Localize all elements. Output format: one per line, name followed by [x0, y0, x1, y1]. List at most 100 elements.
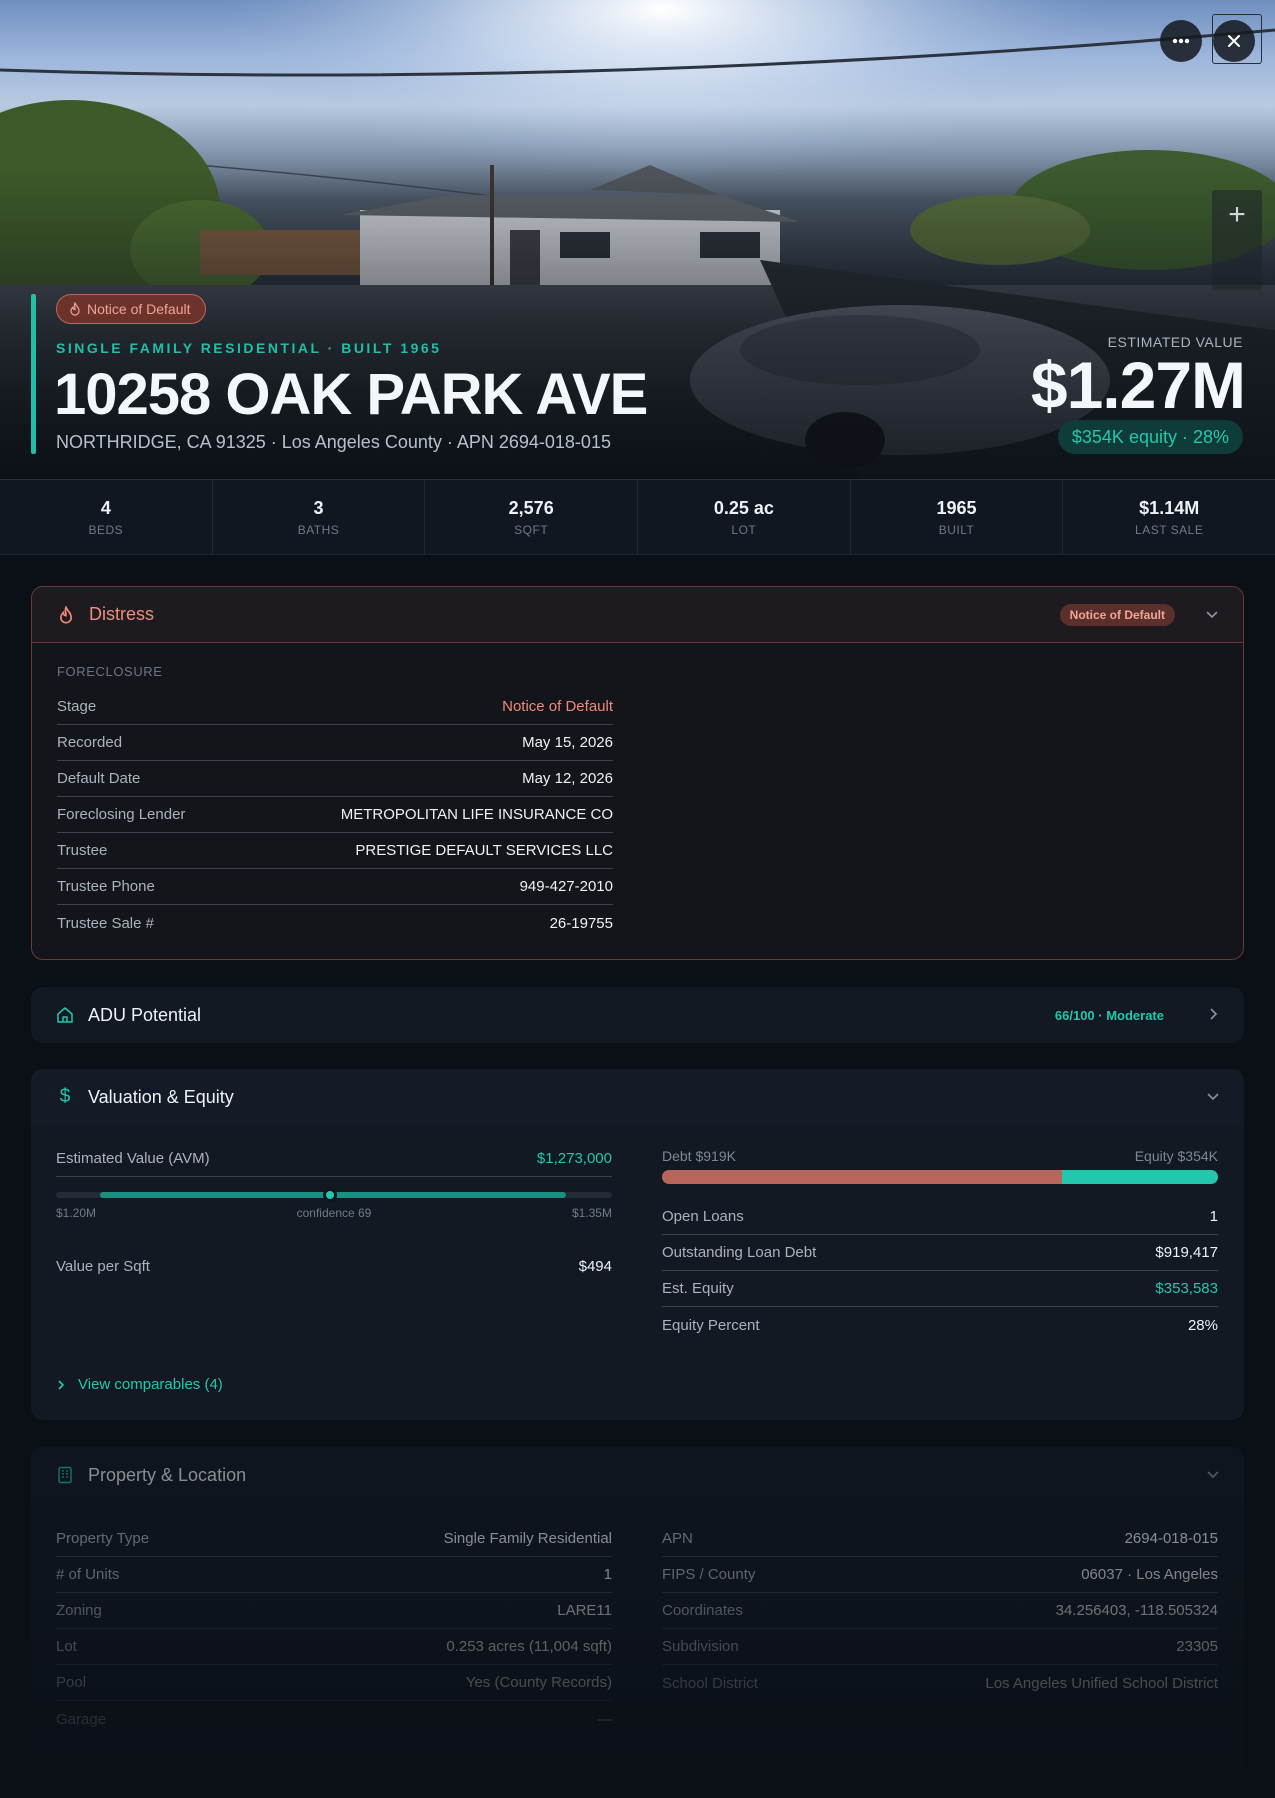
- row-key: APN: [662, 1530, 693, 1547]
- valuation-card-header[interactable]: $ Valuation & Equity: [31, 1069, 1244, 1125]
- more-horizontal-icon: [1172, 38, 1190, 44]
- zoom-controls[interactable]: +: [1212, 190, 1262, 290]
- detail-row-units: # of Units 1: [56, 1557, 612, 1593]
- distress-card-header[interactable]: Distress Notice of Default: [32, 587, 1243, 643]
- row-key: School District: [662, 1674, 758, 1692]
- hero-photo: + Notice of Default SINGLE FAMILY RESIDE…: [0, 0, 1275, 479]
- detail-row-trustee: Trustee PRESTIGE DEFAULT SERVICES LLC: [57, 833, 613, 869]
- close-button[interactable]: [1213, 20, 1255, 62]
- loan-details: Open Loans 1 Outstanding Loan Debt $919,41…: [662, 1199, 1218, 1343]
- avm-value: $1,273,000: [536, 1150, 612, 1167]
- distress-badge-label: Notice of Default: [87, 301, 191, 317]
- avm-confidence: confidence 69: [296, 1206, 372, 1220]
- row-value: Yes (County Records): [465, 1674, 612, 1691]
- chevron-down-icon[interactable]: [1206, 1467, 1220, 1481]
- stat-baths: 3 BATHS: [213, 480, 426, 554]
- hero-accent-bar: [31, 294, 36, 454]
- row-key: Trustee Phone: [57, 878, 155, 895]
- row-value: —: [597, 1710, 612, 1728]
- flame-icon: [70, 302, 80, 316]
- row-value: LARE11: [557, 1602, 612, 1619]
- detail-row-lot: Lot 0.253 acres (11,004 sqft): [56, 1629, 612, 1665]
- building-icon: [56, 1466, 74, 1484]
- row-key: Est. Equity: [662, 1280, 734, 1297]
- detail-row-equity-percent: Equity Percent 28%: [662, 1307, 1218, 1343]
- row-key: Garage: [56, 1710, 107, 1728]
- valuation-equity-card: $ Valuation & Equity Estimated Value (AV…: [31, 1069, 1244, 1420]
- adu-potential-card[interactable]: ADU Potential 66/100 · Moderate: [31, 987, 1244, 1043]
- detail-row-pool: Pool Yes (County Records): [56, 1665, 612, 1701]
- stat-last-sale: $1.14M LAST SALE: [1063, 480, 1275, 554]
- stat-value: 3: [313, 498, 324, 518]
- value-per-sqft-block: Value per Sqft $494: [56, 1248, 612, 1284]
- row-key: Stage: [57, 698, 97, 715]
- chevron-down-icon[interactable]: [1205, 607, 1219, 621]
- row-key: Trustee Sale #: [57, 914, 154, 932]
- row-key: FIPS / County: [662, 1566, 756, 1583]
- foreclosure-section-label: FORECLOSURE: [57, 664, 163, 679]
- row-value: 1: [603, 1566, 612, 1583]
- stat-value: 2,576: [508, 498, 554, 518]
- stat-label: BATHS: [297, 523, 340, 537]
- adu-title: ADU Potential: [88, 1004, 202, 1025]
- foreclosure-details: FORECLOSURE Stage Notice of Default Recor…: [57, 664, 613, 941]
- detail-row-trustee-phone: Trustee Phone 949-427-2010: [57, 869, 613, 905]
- row-value: 1: [1209, 1208, 1218, 1225]
- close-icon: [1228, 35, 1240, 47]
- stat-value: $1.14M: [1139, 498, 1200, 518]
- value-per-sqft-row: Value per Sqft $494: [56, 1248, 612, 1284]
- row-key: Default Date: [57, 770, 141, 787]
- stat-label: LAST SALE: [1135, 523, 1204, 537]
- adu-card-header[interactable]: ADU Potential 66/100 · Moderate: [31, 987, 1244, 1043]
- property-address: 10258 OAK PARK AVE: [54, 362, 648, 427]
- detail-row-lender: Foreclosing Lender METROPOLITAN LIFE INSU…: [57, 797, 613, 833]
- row-value: PRESTIGE DEFAULT SERVICES LLC: [355, 842, 613, 859]
- ppsf-label: Value per Sqft: [56, 1257, 150, 1275]
- estimated-value: $1.27M: [1030, 348, 1246, 422]
- stat-label: LOT: [731, 523, 757, 537]
- chevron-right-icon: [58, 1379, 65, 1390]
- detail-row-stage: Stage Notice of Default: [57, 689, 613, 725]
- view-comparables-link[interactable]: View comparables (4): [56, 1376, 223, 1393]
- avm-row: Estimated Value (AVM) $1,273,000: [56, 1141, 612, 1177]
- more-options-button[interactable]: [1160, 20, 1202, 62]
- distress-badge: Notice of Default: [56, 294, 206, 324]
- row-key: Recorded: [57, 734, 123, 751]
- property-card-header[interactable]: Property & Location: [31, 1447, 1244, 1503]
- row-value: 949-427-2010: [519, 878, 613, 895]
- row-key: Open Loans: [662, 1208, 744, 1225]
- row-value: May 12, 2026: [522, 770, 613, 787]
- plus-icon[interactable]: +: [1212, 190, 1262, 240]
- row-key: Outstanding Loan Debt: [662, 1244, 817, 1261]
- debt-equity-bar: [662, 1170, 1218, 1184]
- flame-icon: [57, 605, 75, 624]
- debt-equity-labels: Debt $919K Equity $354K: [662, 1148, 1218, 1164]
- row-value: Single Family Residential: [443, 1530, 612, 1547]
- stat-label: BUILT: [938, 523, 975, 537]
- row-key: Subdivision: [662, 1638, 739, 1655]
- key-stats-bar: 4 BEDS 3 BATHS 2,576 SQFT 0.25 ac LOT 19…: [0, 479, 1275, 555]
- equity-segment: [1062, 1170, 1218, 1184]
- stat-label: BEDS: [88, 523, 124, 537]
- property-location-card: Property & Location Property Type Single …: [31, 1447, 1244, 1798]
- stat-beds: 4 BEDS: [0, 480, 213, 554]
- avm-range-labels: $1.20M confidence 69 $1.35M: [56, 1206, 612, 1220]
- row-value: 0.253 acres (11,004 sqft): [446, 1638, 612, 1655]
- detail-row-subdivision: Subdivision 23305: [662, 1629, 1218, 1665]
- row-value: 34.256403, -118.505324: [1055, 1602, 1218, 1619]
- detail-row-recorded: Recorded May 15, 2026: [57, 725, 613, 761]
- row-key: Lot: [56, 1638, 77, 1655]
- home-icon: [56, 1006, 74, 1024]
- detail-row-property-type: Property Type Single Family Residential: [56, 1521, 612, 1557]
- chevron-right-icon[interactable]: [1206, 1007, 1220, 1021]
- avm-block: Estimated Value (AVM) $1,273,000: [56, 1141, 612, 1177]
- detail-row-zoning: Zoning LARE11: [56, 1593, 612, 1629]
- detail-row-garage: Garage —: [56, 1701, 612, 1737]
- property-title: Property & Location: [88, 1464, 247, 1485]
- detail-row-open-loans: Open Loans 1: [662, 1199, 1218, 1235]
- stat-value: 4: [100, 498, 111, 518]
- property-kicker: SINGLE FAMILY RESIDENTIAL · BUILT 1965: [56, 340, 442, 356]
- stat-label: SQFT: [514, 523, 549, 537]
- distress-card: Distress Notice of Default FORECLOSURE S…: [31, 586, 1244, 960]
- chevron-down-icon[interactable]: [1206, 1089, 1220, 1103]
